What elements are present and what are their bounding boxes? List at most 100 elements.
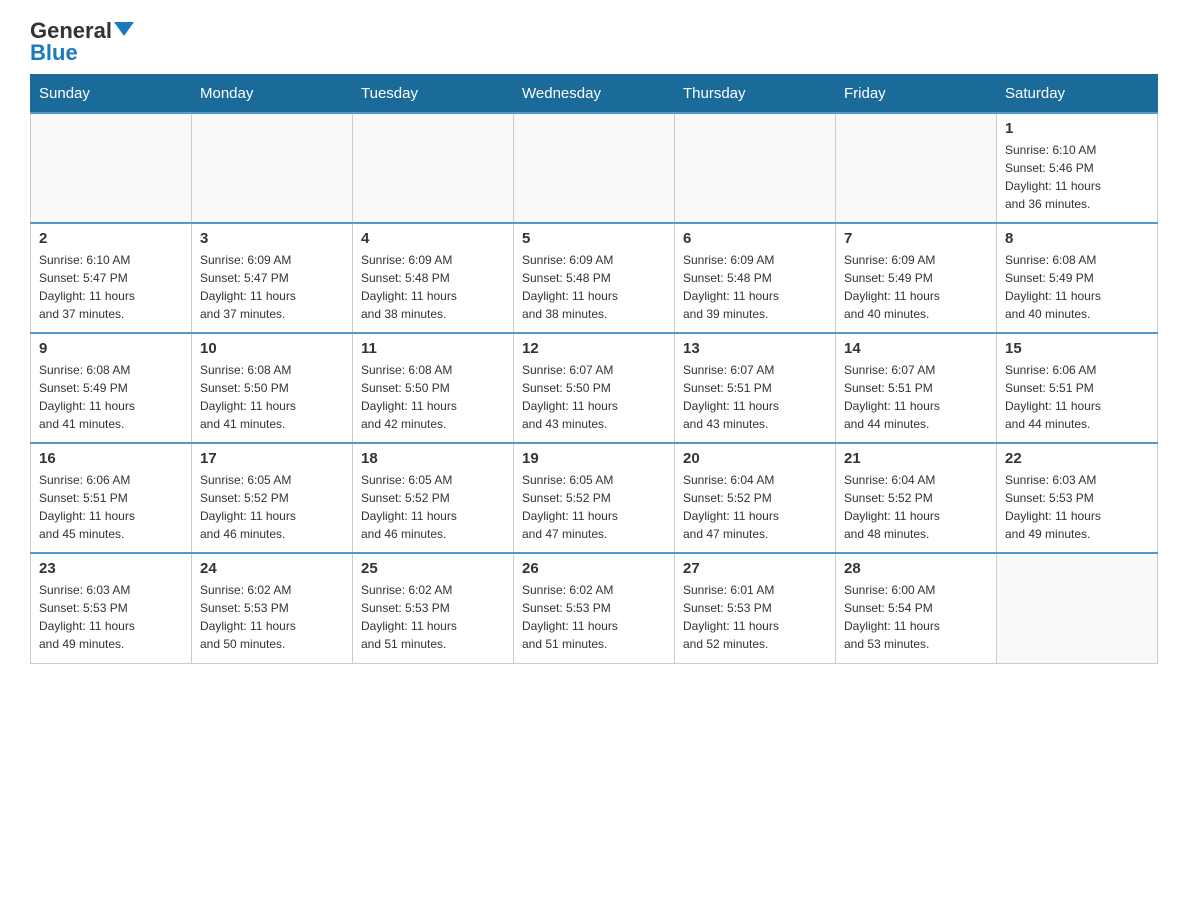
calendar-cell: 19 Sunrise: 6:05 AM Sunset: 5:52 PM Dayli… (514, 443, 675, 553)
day-info: Sunrise: 6:10 AM Sunset: 5:46 PM Dayligh… (1005, 141, 1149, 213)
day-number: 27 (683, 560, 827, 577)
day-info: Sunrise: 6:08 AM Sunset: 5:49 PM Dayligh… (1005, 251, 1149, 323)
day-info: Sunrise: 6:04 AM Sunset: 5:52 PM Dayligh… (683, 471, 827, 543)
calendar-cell: 10Sunrise: 6:08 AM Sunset: 5:50 PM Dayli… (192, 333, 353, 443)
calendar-table: SundayMondayTuesdayWednesdayThursdayFrid… (30, 74, 1158, 664)
day-number: 1 (1005, 120, 1149, 137)
calendar-cell: 13 Sunrise: 6:07 AM Sunset: 5:51 PM Dayli… (675, 333, 836, 443)
calendar-cell: 21 Sunrise: 6:04 AM Sunset: 5:52 PM Dayli… (836, 443, 997, 553)
calendar-cell: 18 Sunrise: 6:05 AM Sunset: 5:52 PM Dayli… (353, 443, 514, 553)
weekday-header-friday: Friday (836, 75, 997, 114)
calendar-cell: 7Sunrise: 6:09 AM Sunset: 5:49 PM Daylig… (836, 223, 997, 333)
weekday-header-thursday: Thursday (675, 75, 836, 114)
weekday-header-saturday: Saturday (997, 75, 1158, 114)
page-header: General Blue (30, 20, 1158, 64)
calendar-cell (192, 113, 353, 223)
day-number: 17 (200, 450, 344, 467)
day-number: 11 (361, 340, 505, 357)
calendar-cell: 17 Sunrise: 6:05 AM Sunset: 5:52 PM Dayli… (192, 443, 353, 553)
day-info: Sunrise: 6:02 AM Sunset: 5:53 PM Dayligh… (522, 581, 666, 653)
calendar-cell: 23 Sunrise: 6:03 AM Sunset: 5:53 PM Dayli… (31, 553, 192, 663)
day-info: Sunrise: 6:02 AM Sunset: 5:53 PM Dayligh… (200, 581, 344, 653)
day-number: 21 (844, 450, 988, 467)
day-number: 3 (200, 230, 344, 247)
day-info: Sunrise: 6:07 AM Sunset: 5:50 PM Dayligh… (522, 361, 666, 433)
calendar-cell (353, 113, 514, 223)
calendar-cell: 9 Sunrise: 6:08 AM Sunset: 5:49 PM Daylig… (31, 333, 192, 443)
day-info: Sunrise: 6:03 AM Sunset: 5:53 PM Dayligh… (39, 581, 183, 653)
day-number: 22 (1005, 450, 1149, 467)
calendar-cell (836, 113, 997, 223)
day-number: 12 (522, 340, 666, 357)
calendar-cell: 2Sunrise: 6:10 AM Sunset: 5:47 PM Daylig… (31, 223, 192, 333)
week-row-2: 2Sunrise: 6:10 AM Sunset: 5:47 PM Daylig… (31, 223, 1158, 333)
calendar-cell (997, 553, 1158, 663)
day-info: Sunrise: 6:07 AM Sunset: 5:51 PM Dayligh… (683, 361, 827, 433)
weekday-header-row: SundayMondayTuesdayWednesdayThursdayFrid… (31, 75, 1158, 114)
calendar-cell: 5 Sunrise: 6:09 AM Sunset: 5:48 PM Daylig… (514, 223, 675, 333)
day-info: Sunrise: 6:09 AM Sunset: 5:48 PM Dayligh… (522, 251, 666, 323)
calendar-cell: 25 Sunrise: 6:02 AM Sunset: 5:53 PM Dayli… (353, 553, 514, 663)
calendar-cell: 20 Sunrise: 6:04 AM Sunset: 5:52 PM Dayli… (675, 443, 836, 553)
day-info: Sunrise: 6:03 AM Sunset: 5:53 PM Dayligh… (1005, 471, 1149, 543)
day-info: Sunrise: 6:10 AM Sunset: 5:47 PM Dayligh… (39, 251, 183, 323)
week-row-5: 23 Sunrise: 6:03 AM Sunset: 5:53 PM Dayli… (31, 553, 1158, 663)
logo-blue-text: Blue (30, 42, 78, 64)
day-number: 24 (200, 560, 344, 577)
day-number: 19 (522, 450, 666, 467)
day-info: Sunrise: 6:06 AM Sunset: 5:51 PM Dayligh… (39, 471, 183, 543)
week-row-3: 9 Sunrise: 6:08 AM Sunset: 5:49 PM Daylig… (31, 333, 1158, 443)
calendar-cell: 11 Sunrise: 6:08 AM Sunset: 5:50 PM Dayli… (353, 333, 514, 443)
day-info: Sunrise: 6:08 AM Sunset: 5:50 PM Dayligh… (361, 361, 505, 433)
day-number: 15 (1005, 340, 1149, 357)
day-number: 13 (683, 340, 827, 357)
calendar-cell: 16 Sunrise: 6:06 AM Sunset: 5:51 PM Dayli… (31, 443, 192, 553)
day-info: Sunrise: 6:01 AM Sunset: 5:53 PM Dayligh… (683, 581, 827, 653)
day-number: 14 (844, 340, 988, 357)
weekday-header-tuesday: Tuesday (353, 75, 514, 114)
day-info: Sunrise: 6:04 AM Sunset: 5:52 PM Dayligh… (844, 471, 988, 543)
calendar-cell: 12 Sunrise: 6:07 AM Sunset: 5:50 PM Dayli… (514, 333, 675, 443)
logo-triangle-icon (114, 22, 134, 36)
day-info: Sunrise: 6:00 AM Sunset: 5:54 PM Dayligh… (844, 581, 988, 653)
day-number: 26 (522, 560, 666, 577)
day-info: Sunrise: 6:05 AM Sunset: 5:52 PM Dayligh… (200, 471, 344, 543)
day-info: Sunrise: 6:09 AM Sunset: 5:47 PM Dayligh… (200, 251, 344, 323)
calendar-cell (31, 113, 192, 223)
calendar-cell: 22 Sunrise: 6:03 AM Sunset: 5:53 PM Dayli… (997, 443, 1158, 553)
day-number: 20 (683, 450, 827, 467)
calendar-cell (675, 113, 836, 223)
day-info: Sunrise: 6:08 AM Sunset: 5:50 PM Dayligh… (200, 361, 344, 433)
calendar-cell: 15 Sunrise: 6:06 AM Sunset: 5:51 PM Dayli… (997, 333, 1158, 443)
calendar-cell: 14Sunrise: 6:07 AM Sunset: 5:51 PM Dayli… (836, 333, 997, 443)
week-row-1: 1 Sunrise: 6:10 AM Sunset: 5:46 PM Daylig… (31, 113, 1158, 223)
day-info: Sunrise: 6:09 AM Sunset: 5:48 PM Dayligh… (683, 251, 827, 323)
day-info: Sunrise: 6:06 AM Sunset: 5:51 PM Dayligh… (1005, 361, 1149, 433)
calendar-cell: 4Sunrise: 6:09 AM Sunset: 5:48 PM Daylig… (353, 223, 514, 333)
day-info: Sunrise: 6:05 AM Sunset: 5:52 PM Dayligh… (361, 471, 505, 543)
logo: General Blue (30, 20, 134, 64)
calendar-cell: 27 Sunrise: 6:01 AM Sunset: 5:53 PM Dayli… (675, 553, 836, 663)
logo-general-text: General (30, 20, 112, 42)
calendar-cell: 28 Sunrise: 6:00 AM Sunset: 5:54 PM Dayli… (836, 553, 997, 663)
day-number: 16 (39, 450, 183, 467)
day-info: Sunrise: 6:02 AM Sunset: 5:53 PM Dayligh… (361, 581, 505, 653)
day-number: 25 (361, 560, 505, 577)
weekday-header-sunday: Sunday (31, 75, 192, 114)
calendar-cell: 6 Sunrise: 6:09 AM Sunset: 5:48 PM Daylig… (675, 223, 836, 333)
week-row-4: 16 Sunrise: 6:06 AM Sunset: 5:51 PM Dayli… (31, 443, 1158, 553)
day-number: 5 (522, 230, 666, 247)
day-number: 28 (844, 560, 988, 577)
day-number: 23 (39, 560, 183, 577)
day-info: Sunrise: 6:08 AM Sunset: 5:49 PM Dayligh… (39, 361, 183, 433)
calendar-cell: 26 Sunrise: 6:02 AM Sunset: 5:53 PM Dayli… (514, 553, 675, 663)
calendar-cell: 8Sunrise: 6:08 AM Sunset: 5:49 PM Daylig… (997, 223, 1158, 333)
day-number: 9 (39, 340, 183, 357)
weekday-header-wednesday: Wednesday (514, 75, 675, 114)
day-number: 18 (361, 450, 505, 467)
day-number: 6 (683, 230, 827, 247)
weekday-header-monday: Monday (192, 75, 353, 114)
day-info: Sunrise: 6:05 AM Sunset: 5:52 PM Dayligh… (522, 471, 666, 543)
calendar-cell: 3 Sunrise: 6:09 AM Sunset: 5:47 PM Daylig… (192, 223, 353, 333)
day-number: 4 (361, 230, 505, 247)
